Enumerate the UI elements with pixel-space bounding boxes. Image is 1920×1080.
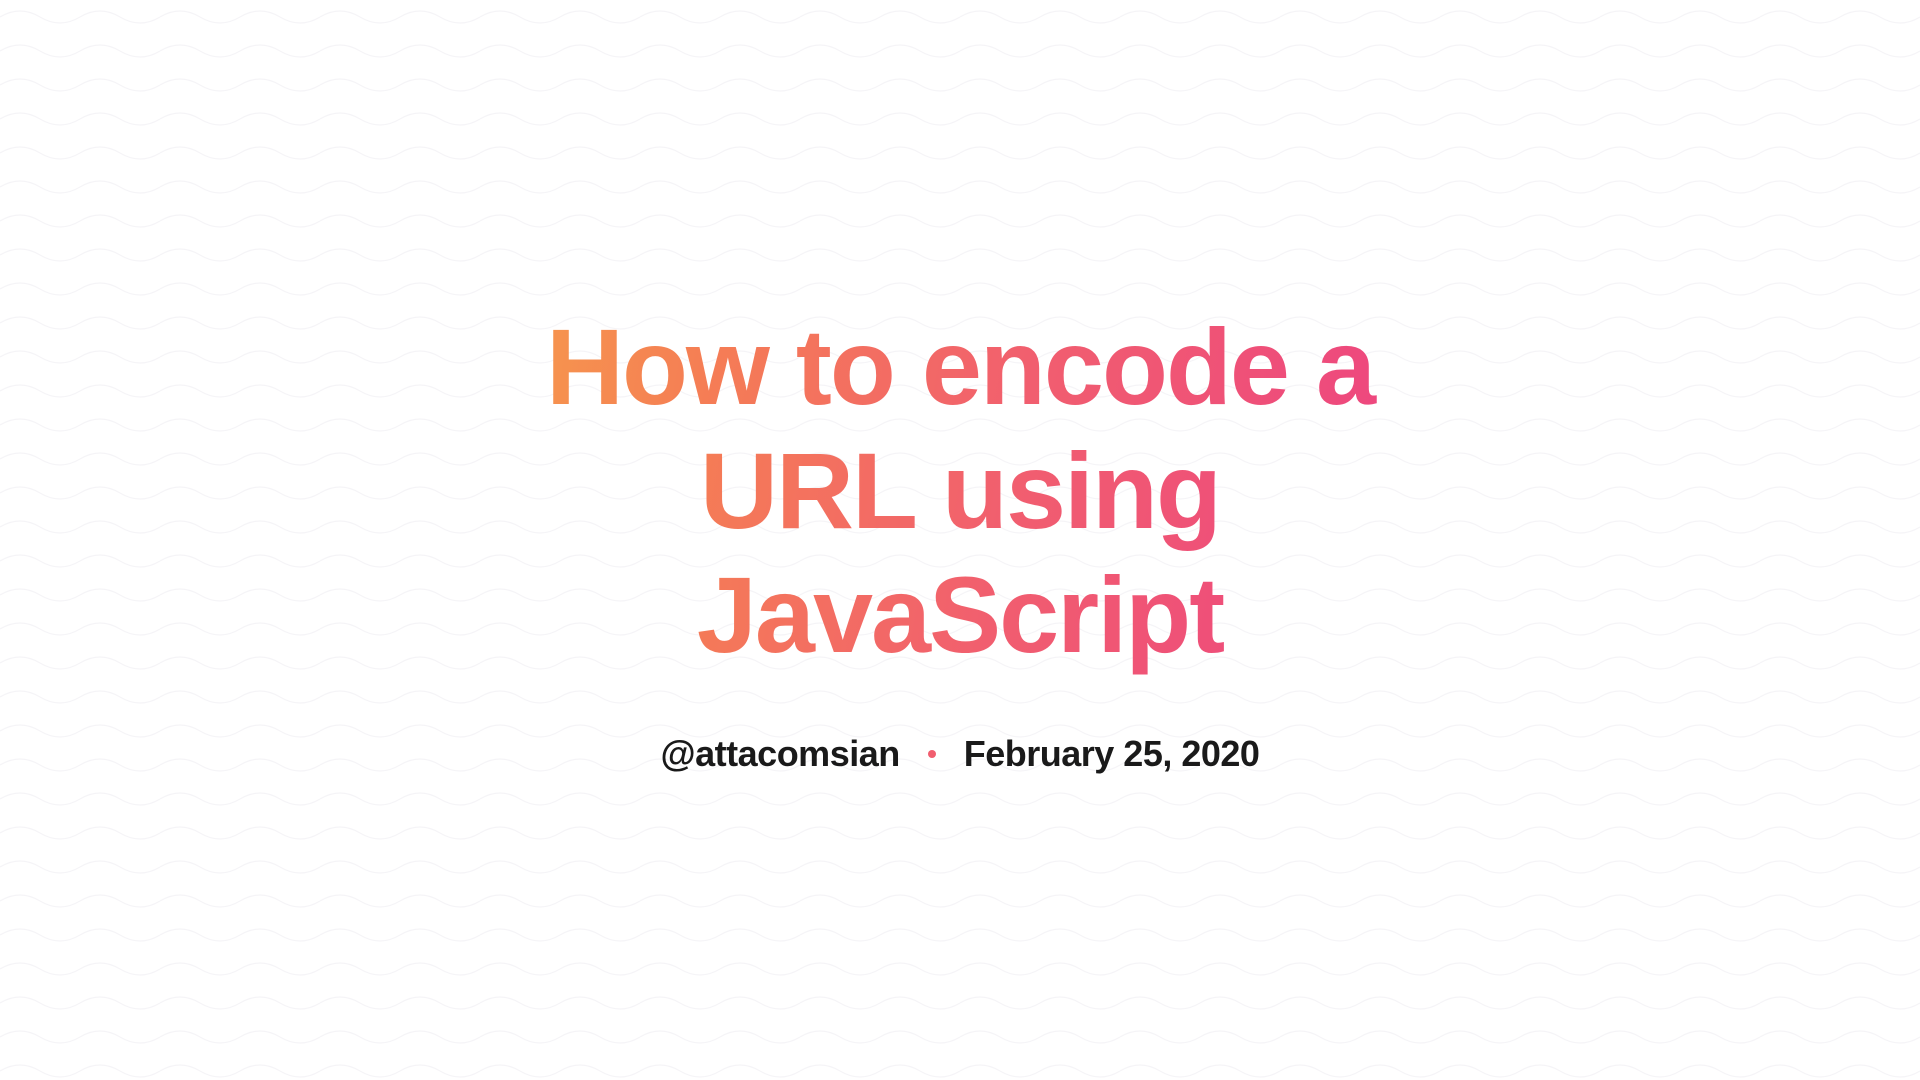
article-date: February 25, 2020 [964, 733, 1260, 775]
separator-dot-icon [928, 750, 936, 758]
article-author: @attacomsian [661, 733, 900, 775]
article-title: How to encode a URL using JavaScript [450, 305, 1470, 678]
article-meta: @attacomsian February 25, 2020 [450, 733, 1470, 775]
content-container: How to encode a URL using JavaScript @at… [410, 305, 1510, 776]
